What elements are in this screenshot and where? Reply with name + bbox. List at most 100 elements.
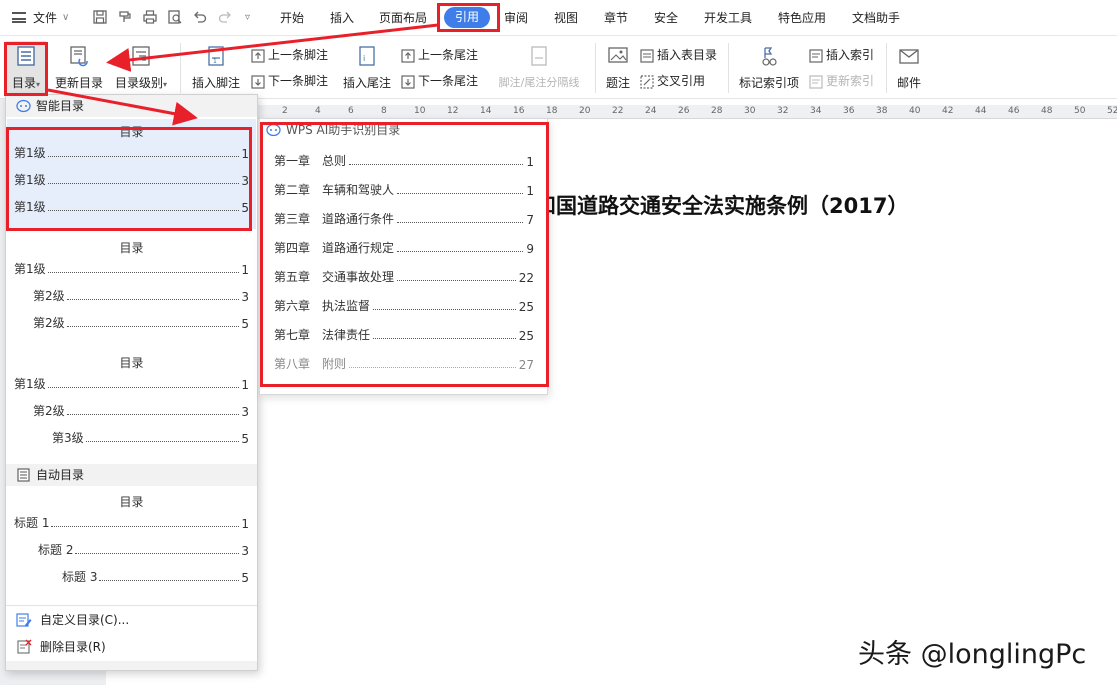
insert-index-button[interactable]: 插入索引 — [808, 45, 874, 65]
toc-leader-dots — [51, 526, 240, 527]
prev-footnote-icon — [251, 48, 265, 63]
smart-ai-icon — [16, 99, 31, 113]
mail-button[interactable]: 邮件 — [894, 45, 924, 91]
insert-table-of-figures-label: 插入表目录 — [657, 48, 718, 62]
horizontal-ruler[interactable]: 2 4 6 8 10 12 14 16 18 20 22 24 26 28 30 32 34 36 38 40 42 44… — [258, 105, 1117, 119]
chapter-number: 第二章 — [274, 183, 311, 197]
toc-line-label: 标题 3 — [62, 570, 98, 584]
chapter-number: 第一章 — [274, 154, 311, 168]
next-endnote-button[interactable]: 下一条尾注 — [400, 71, 478, 91]
toc-leader-dots — [397, 251, 524, 252]
redo-icon[interactable] — [217, 9, 233, 25]
toc-card-line[interactable]: 第1级 1 — [14, 145, 249, 161]
custom-toc-label: 自定义目录(C)... — [40, 613, 130, 627]
cross-reference-button[interactable]: 交叉引用 — [639, 71, 705, 91]
delete-toc-menu-item[interactable]: 删除目录(R) — [16, 636, 106, 658]
insert-footnote-button[interactable]: 1 插入脚注 — [190, 45, 242, 91]
toc-card-title: 目录 — [119, 356, 144, 370]
ruler-tick-label: 38 — [876, 106, 888, 116]
tab-developer[interactable]: 开发工具 — [704, 0, 752, 36]
tab-view[interactable]: 视图 — [554, 0, 578, 36]
toc-card-line[interactable]: 标题 2 3 — [38, 542, 249, 558]
save-icon[interactable] — [92, 9, 108, 25]
quick-access-more-icon[interactable]: ▿ — [245, 0, 250, 36]
chapter-name: 交通事故处理 — [322, 270, 395, 284]
menu-bar: 文件 ∨ ▿ 开始 插入 页面布局 引用 审阅 视图 章节 安全 开发工具 特色… — [0, 0, 1117, 36]
file-menu[interactable]: 文件 ∨ — [0, 0, 78, 36]
toc-button[interactable]: 目录▾ — [6, 41, 46, 95]
toc-line-page: 1 — [241, 263, 249, 277]
print-icon[interactable] — [142, 9, 158, 25]
toc-line-label: 标题 2 — [38, 543, 74, 557]
next-footnote-button[interactable]: 下一条脚注 — [250, 71, 328, 91]
toc-card-line[interactable]: 第1级 1 — [14, 376, 249, 392]
ruler-tick-label: 20 — [579, 106, 591, 116]
tab-doc-assistant[interactable]: 文档助手 — [852, 0, 900, 36]
footnote-separator-button[interactable]: 脚注/尾注分隔线 — [492, 45, 586, 90]
toc-line-page: 5 — [241, 571, 249, 585]
mark-index-entry-button[interactable]: 标记索引项 — [737, 45, 801, 91]
tab-section[interactable]: 章节 — [604, 0, 628, 36]
toc-leader-dots — [397, 280, 516, 281]
toc-leader-dots — [397, 193, 524, 194]
mail-icon — [899, 49, 919, 64]
tab-special-apps[interactable]: 特色应用 — [778, 0, 826, 36]
ai-toc-chapter-line: 第三章 道路通行条件 7 — [274, 211, 534, 227]
toc-card-line[interactable]: 第1级 5 — [14, 199, 249, 215]
custom-toc-icon — [16, 613, 32, 627]
caption-button[interactable]: 题注 — [603, 45, 633, 91]
insert-endnote-label: 插入尾注 — [342, 76, 391, 90]
toc-dropdown-menu: 智能目录 目录 第1级 1 第1级 3 第1级 5 目录 第1级 1 第2级 3 第2级 5 目录 第1级 1 第… — [5, 94, 258, 671]
next-footnote-icon — [251, 74, 265, 89]
tab-page-layout[interactable]: 页面布局 — [379, 0, 427, 36]
toc-card-line[interactable]: 第1级 3 — [14, 172, 249, 188]
ai-toc-chapter-line: 第二章 车辆和驾驶人 1 — [274, 182, 534, 198]
update-index-button[interactable]: 更新索引 — [808, 71, 874, 91]
tab-references[interactable]: 引用 — [444, 7, 490, 28]
toc-line-page: 3 — [241, 405, 249, 419]
chapter-page: 25 — [518, 329, 534, 343]
caption-icon — [608, 47, 628, 63]
toc-leader-dots — [47, 210, 240, 211]
ruler-tick-label: 36 — [843, 106, 855, 116]
toc-card-line[interactable]: 第3级 5 — [52, 430, 249, 446]
format-painter-icon[interactable] — [117, 9, 133, 25]
ai-toc-preview-panel[interactable]: WPS AI助手识别目录 第一章 总则 1 第二章 车辆和驾驶人 1 第三章 道路通行条件 7 第… — [259, 118, 548, 395]
insert-table-of-figures-button[interactable]: 插入表目录 — [639, 45, 717, 65]
toc-line-page: 3 — [241, 290, 249, 304]
tab-security[interactable]: 安全 — [654, 0, 678, 36]
update-toc-button[interactable]: 更新目录 — [54, 45, 104, 91]
ruler-tick-label: 40 — [909, 106, 921, 116]
toc-level-button[interactable]: 目录级别▾ — [112, 45, 170, 91]
tab-review[interactable]: 审阅 — [504, 0, 528, 36]
toc-leader-dots — [349, 164, 524, 165]
insert-footnote-icon: 1 — [208, 46, 224, 66]
ai-toc-chapter-line: 第四章 道路通行规定 9 — [274, 240, 534, 256]
toc-card-line[interactable]: 第1级 1 — [14, 261, 249, 277]
toc-button-label: 目录 — [11, 76, 36, 90]
toc-leader-dots — [66, 326, 240, 327]
prev-endnote-button[interactable]: 上一条尾注 — [400, 45, 478, 65]
chapter-number: 第五章 — [274, 270, 311, 284]
undo-icon[interactable] — [192, 9, 208, 25]
toc-card-line[interactable]: 标题 1 1 — [14, 515, 249, 531]
chapter-page: 7 — [526, 213, 534, 227]
toc-line-page: 1 — [241, 147, 249, 161]
toc-card-line[interactable]: 第2级 5 — [33, 315, 249, 331]
toc-card-line[interactable]: 第2级 3 — [33, 288, 249, 304]
print-preview-icon[interactable] — [167, 9, 183, 25]
custom-toc-menu-item[interactable]: 自定义目录(C)... — [16, 609, 129, 631]
toc-card-line[interactable]: 第2级 3 — [33, 403, 249, 419]
ribbon-separator — [180, 43, 181, 93]
insert-endnote-button[interactable]: i 插入尾注 — [341, 45, 393, 91]
ruler-tick-label: 52 — [1107, 106, 1117, 116]
toc-leader-dots — [75, 553, 240, 554]
ai-toc-preview-header: WPS AI助手识别目录 — [266, 121, 400, 139]
prev-footnote-button[interactable]: 上一条脚注 — [250, 45, 328, 65]
toc-card-line[interactable]: 标题 3 5 — [62, 569, 249, 585]
next-footnote-label: 下一条脚注 — [268, 74, 329, 88]
chapter-name: 总则 — [322, 154, 347, 168]
tab-insert[interactable]: 插入 — [330, 0, 354, 36]
tab-home[interactable]: 开始 — [280, 0, 304, 36]
toc-level-icon — [132, 46, 150, 66]
